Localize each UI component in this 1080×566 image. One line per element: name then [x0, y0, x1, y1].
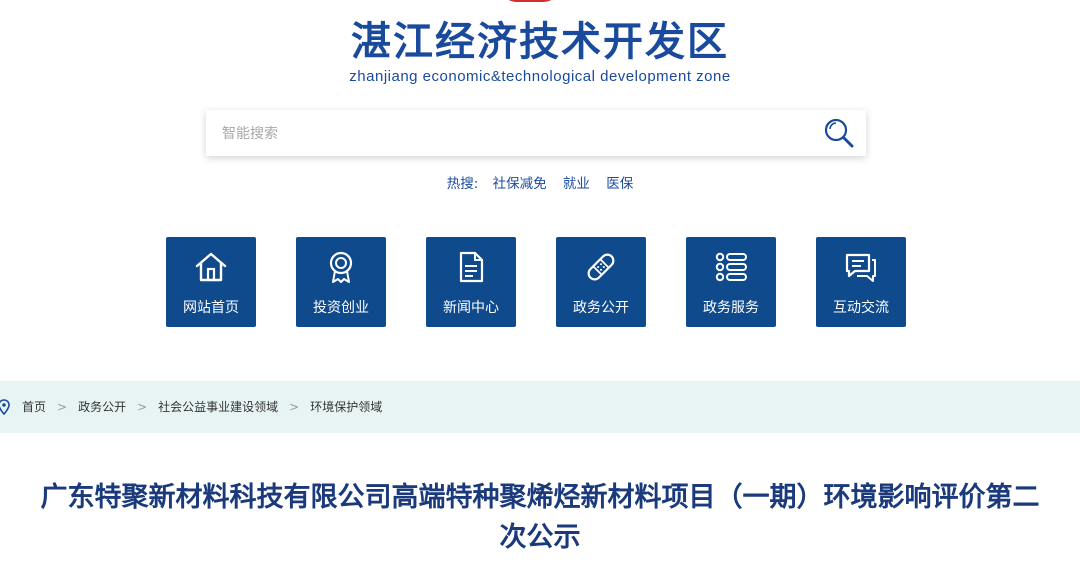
hot-search-term[interactable]: 社保减免 [493, 176, 547, 192]
search-input[interactable] [220, 110, 804, 158]
breadcrumb-link[interactable]: 政务公开 [78, 400, 126, 414]
nav-label: 新闻中心 [443, 300, 499, 316]
location-pin-icon [0, 399, 10, 415]
logo-emblem [502, 0, 558, 2]
nav-item-home[interactable]: 网站首页 [166, 237, 256, 327]
home-icon [195, 252, 227, 282]
breadcrumb-link[interactable]: 首页 [22, 400, 46, 414]
chat-icon [845, 253, 876, 282]
nav-label: 政务服务 [703, 300, 759, 316]
breadcrumb-bar: 首页 > 政务公开 > 社会公益事业建设领域 > 环境保护领域 [0, 381, 1080, 433]
document-icon [459, 251, 484, 283]
award-icon [329, 251, 353, 283]
breadcrumb-separator: > [137, 400, 148, 414]
nav-item-invest[interactable]: 投资创业 [296, 237, 386, 327]
hot-search: 热搜: 社保减免 就业 医保 [0, 172, 1080, 192]
site-subtitle: zhanjiang economic&technological develop… [349, 68, 731, 85]
search-button[interactable] [822, 116, 856, 150]
site-title: 湛江经济技术开发区 [351, 19, 729, 65]
nav-item-gov-open[interactable]: 政务公开 [556, 237, 646, 327]
nav-label: 互动交流 [833, 300, 889, 316]
hot-search-term[interactable]: 就业 [563, 176, 590, 192]
article-title: 广东特聚新材料科技有限公司高端特种聚烯烃新材料项目（一期）环境影响评价第二 次公… [0, 478, 1080, 558]
breadcrumb-link[interactable]: 环境保护领域 [310, 400, 382, 414]
nav-item-gov-service[interactable]: 政务服务 [686, 237, 776, 327]
nav-item-news[interactable]: 新闻中心 [426, 237, 516, 327]
article-title-line: 广东特聚新材料科技有限公司高端特种聚烯烃新材料项目（一期）环境影响评价第二 [40, 482, 1040, 513]
breadcrumb-separator: > [57, 400, 68, 414]
breadcrumb-link[interactable]: 社会公益事业建设领域 [158, 400, 278, 414]
hot-search-label: 热搜: [446, 176, 479, 192]
breadcrumb-separator: > [289, 400, 300, 414]
nav-label: 网站首页 [183, 300, 239, 316]
article-title-line: 次公示 [499, 522, 581, 553]
bandage-icon [587, 253, 615, 281]
nav-label: 政务公开 [573, 300, 629, 316]
search-box [206, 110, 866, 158]
search-icon [824, 118, 854, 148]
nav-label: 投资创业 [313, 300, 369, 316]
list-icon [715, 252, 747, 282]
main-nav: 网站首页 投资创业 新闻中心 政务公开 政务服务 互动交流 [166, 237, 906, 327]
nav-item-interact[interactable]: 互动交流 [816, 237, 906, 327]
hot-search-term[interactable]: 医保 [606, 176, 633, 192]
